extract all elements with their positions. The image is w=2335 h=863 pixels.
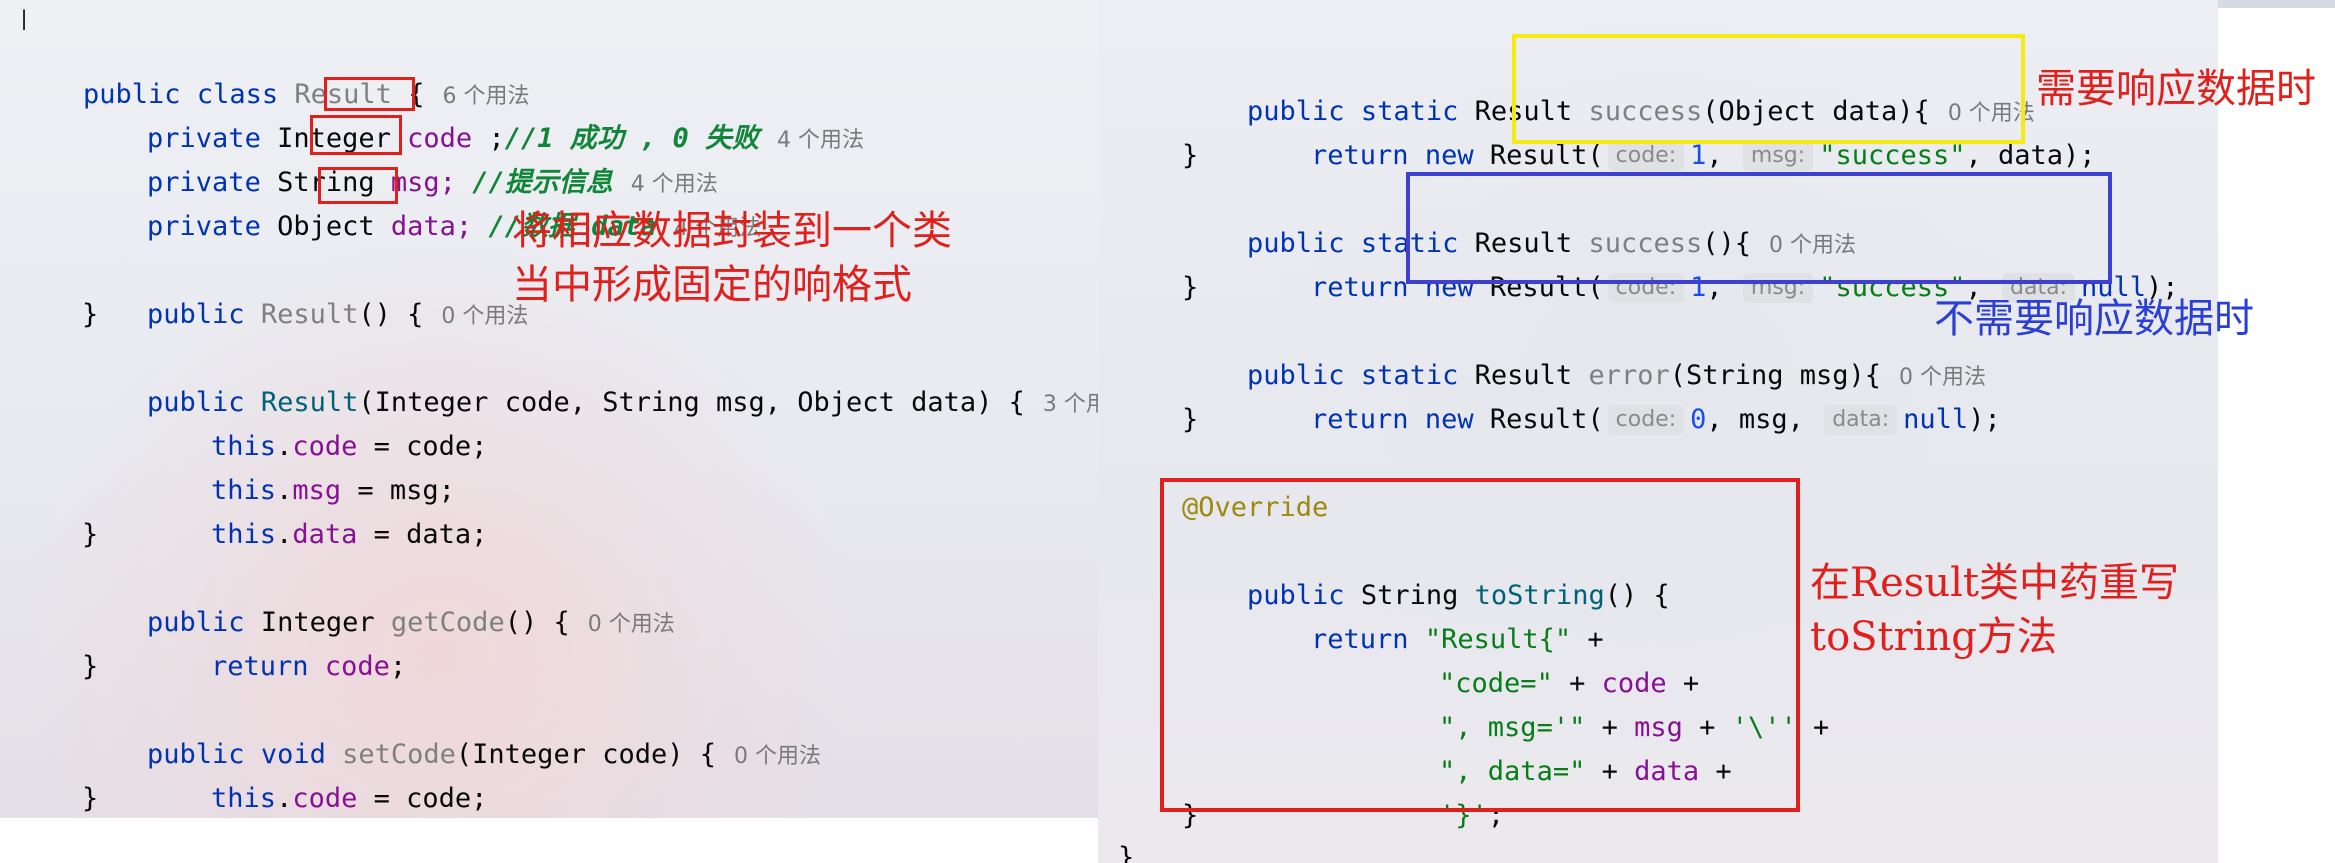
tostring-highlight-box — [1160, 478, 1800, 812]
assign-data-line[interactable]: this.data = data; — [146, 469, 487, 550]
code-field-highlight — [324, 77, 415, 111]
left-callout: 将相应数据封装到一个类 当中形成固定的响格式 — [512, 208, 952, 308]
field-data-line[interactable]: private Object data; //数据 data 4 个用法 — [82, 161, 761, 242]
data-field-highlight — [318, 167, 398, 204]
usage-hint[interactable]: 4 个用法 — [777, 128, 864, 153]
closing-brace: } — [82, 299, 99, 330]
closing-brace: } — [82, 651, 99, 682]
closing-brace: } — [82, 783, 99, 814]
closing-brace: } — [1182, 140, 1199, 171]
error-decl[interactable]: public static Result error(String msg){0… — [1182, 310, 1986, 391]
setter-assign-line[interactable]: this.code = code; — [146, 733, 487, 814]
callout-need-data: 需要响应数据时 — [2036, 66, 2316, 112]
param-hint-code: code: — [1607, 141, 1685, 171]
empty-constructor-line[interactable]: public Result() {0 个用法 — [82, 249, 528, 330]
assign-msg-line[interactable]: this.msg = msg; — [146, 425, 455, 506]
callout-no-data: 不需要响应数据时 — [1934, 296, 2254, 342]
full-constructor-line[interactable]: public Result(Integer code, String msg, … — [82, 337, 1098, 418]
text-cursor: | — [18, 6, 31, 30]
param-hint-msg: msg: — [1742, 141, 1814, 171]
param-hint-data: data: — [1824, 405, 1898, 435]
closing-brace: } — [82, 519, 99, 550]
closing-brace: } — [1182, 404, 1199, 435]
error-return[interactable]: return new Result(code: 0, msg, data: null… — [1246, 354, 2001, 435]
usage-hint[interactable]: 0 个用法 — [734, 744, 821, 769]
msg-field-highlight — [310, 115, 402, 155]
success-data-highlight-box — [1512, 34, 2025, 144]
getter-return-line[interactable]: return code; — [146, 601, 406, 682]
closing-brace: } — [1182, 272, 1199, 303]
class-declaration[interactable]: public class Result {6 个用法 — [18, 29, 529, 110]
field-code-line[interactable]: private Integer code ;//1 成功 , 0 失败 4 个用法 — [82, 73, 864, 154]
assign-code-line[interactable]: this.code = code; — [146, 381, 487, 462]
success-empty-highlight-box — [1406, 172, 2112, 284]
setter-line[interactable]: public void setCode(Integer code) {0 个用法 — [82, 689, 821, 770]
callout-tostring: 在Result类中药重写 toString方法 — [1810, 560, 2179, 660]
param-hint-code: code: — [1607, 405, 1685, 435]
usage-hint[interactable]: 0 个用法 — [588, 612, 675, 637]
left-code-editor[interactable]: | public class Result {6 个用法 private Int… — [0, 0, 1098, 818]
class-closing-brace: } — [1118, 842, 1135, 863]
usage-hint[interactable]: 3 个用法 — [1043, 392, 1098, 417]
getter-line[interactable]: public Integer getCode() {0 个用法 — [82, 557, 675, 638]
